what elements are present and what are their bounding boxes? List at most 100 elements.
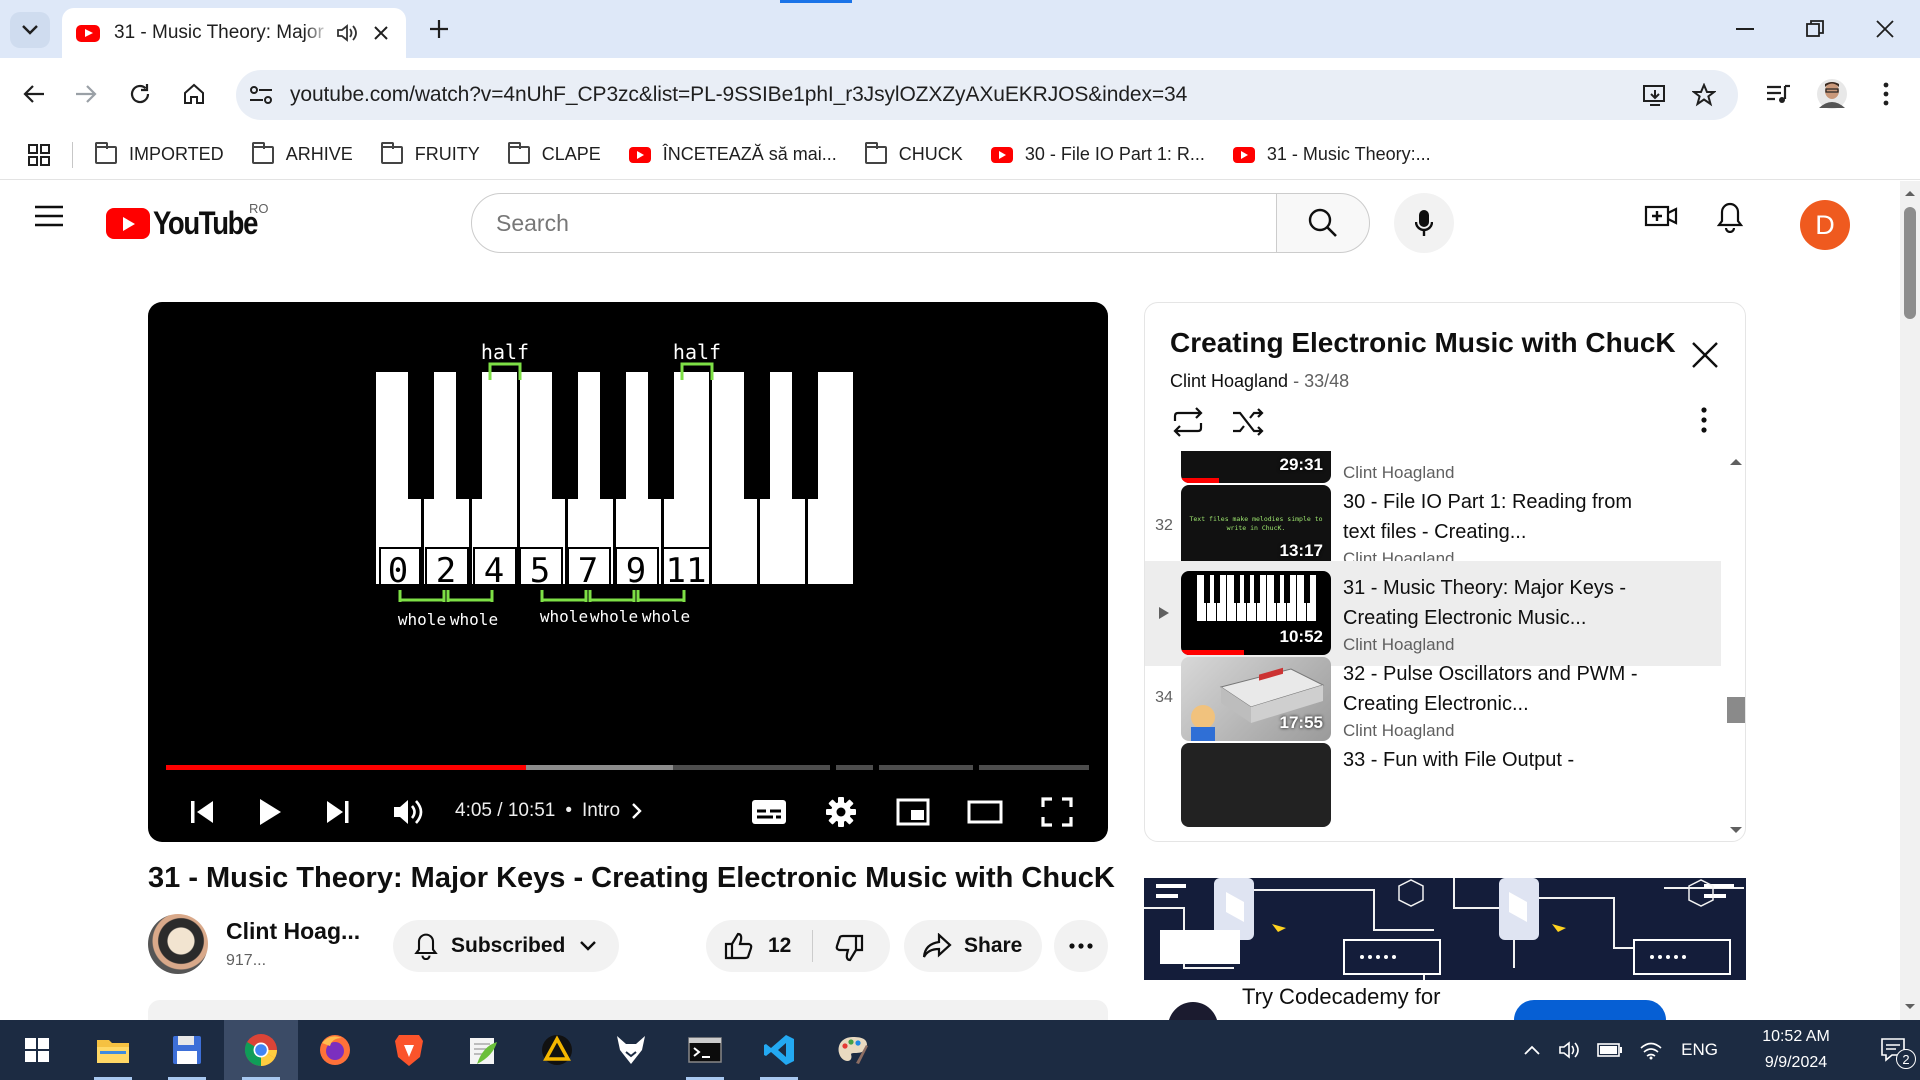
create-button[interactable]: [1644, 201, 1678, 231]
taskbar-save-app[interactable]: [150, 1020, 224, 1080]
playlist-item-thumbnail[interactable]: Text files make melodies simple to write…: [1181, 485, 1331, 569]
playlist-item-thumbnail[interactable]: 10:52: [1181, 571, 1331, 655]
page-scroll-thumb[interactable]: [1904, 207, 1916, 319]
bookmark-folder[interactable]: ARHIVE: [251, 141, 353, 165]
taskbar-terminal[interactable]: [668, 1020, 742, 1080]
subtitles-button[interactable]: [744, 790, 794, 834]
start-button[interactable]: [0, 1020, 74, 1080]
search-button[interactable]: [1276, 193, 1370, 253]
input-language[interactable]: ENG: [1681, 1040, 1718, 1060]
new-tab-button[interactable]: [424, 14, 454, 44]
progress-bar[interactable]: [166, 765, 1092, 770]
chapter-segment[interactable]: [879, 765, 973, 770]
page-scrollbar[interactable]: [1900, 181, 1920, 1020]
shuffle-playlist-button[interactable]: [1231, 407, 1265, 437]
notification-center-button[interactable]: 2: [1880, 1037, 1916, 1069]
like-button[interactable]: [724, 932, 754, 960]
bookmark-link[interactable]: 30 - File IO Part 1: R...: [990, 144, 1205, 165]
tab-close-icon[interactable]: [374, 26, 388, 40]
bookmark-star-icon[interactable]: [1692, 83, 1716, 107]
media-controls-button[interactable]: [1756, 72, 1800, 116]
channel-name[interactable]: Clint Hoag...: [226, 918, 360, 945]
playlist-item-thumbnail[interactable]: [1181, 743, 1331, 827]
taskbar-aimp[interactable]: [520, 1020, 594, 1080]
subscribed-button[interactable]: Subscribed: [393, 920, 619, 972]
minimize-button[interactable]: [1710, 0, 1780, 58]
address-bar[interactable]: youtube.com/watch?v=4nUhF_CP3zc&list=PL-…: [236, 70, 1738, 120]
youtube-masthead: YouTube RO D: [0, 181, 1900, 267]
taskbar-clock[interactable]: 10:52 AM 9/9/2024: [1736, 1024, 1856, 1076]
search-box[interactable]: [471, 193, 1277, 253]
video-player[interactable]: 0 2 4 5 7 9 11 half half 4:05 / 10:51 • Intro: [148, 302, 1108, 842]
loop-playlist-button[interactable]: [1171, 407, 1205, 437]
guide-menu-button[interactable]: [34, 205, 64, 227]
back-button[interactable]: [12, 72, 56, 116]
bookmark-folder[interactable]: CLAPE: [507, 141, 601, 165]
ad-footer[interactable]: Try Codecademy for: [1144, 980, 1746, 1052]
apps-grid-icon[interactable]: [28, 143, 50, 166]
play-button[interactable]: [248, 790, 292, 834]
bookmark-folder[interactable]: CHUCK: [864, 141, 963, 165]
taskbar-brave[interactable]: [372, 1020, 446, 1080]
notifications-button[interactable]: [1716, 201, 1744, 233]
playlist-item-thumbnail[interactable]: 17:55: [1181, 657, 1331, 741]
taskbar-firefox[interactable]: [298, 1020, 372, 1080]
taskbar-paint[interactable]: [816, 1020, 890, 1080]
miniplayer-button[interactable]: [888, 790, 938, 834]
volume-button[interactable]: [386, 790, 430, 834]
playlist-item[interactable]: 33 - Fun with File Output -: [1145, 733, 1721, 838]
restore-button[interactable]: [1780, 0, 1850, 58]
previous-button[interactable]: [182, 790, 222, 834]
bookmark-folder[interactable]: IMPORTED: [95, 141, 224, 165]
bookmark-link[interactable]: 31 - Music Theory:...: [1232, 144, 1431, 165]
bookmark-link[interactable]: ÎNCETEAZĂ să mai...: [628, 144, 837, 165]
playlist-scrollbar[interactable]: [1723, 451, 1745, 841]
chapter-button[interactable]: Intro: [582, 800, 644, 822]
home-button[interactable]: [172, 72, 216, 116]
profile-button[interactable]: [1810, 72, 1854, 116]
taskbar-chrome[interactable]: [224, 1020, 298, 1080]
bookmark-label: ÎNCETEAZĂ să mai...: [662, 144, 837, 164]
share-button[interactable]: Share: [904, 920, 1042, 972]
account-avatar[interactable]: D: [1800, 200, 1850, 250]
tab-search-button[interactable]: [10, 12, 50, 48]
install-app-icon[interactable]: [1642, 83, 1668, 107]
site-settings-icon[interactable]: [248, 83, 274, 107]
taskbar-fl-studio[interactable]: [594, 1020, 668, 1080]
theater-mode-button[interactable]: [960, 790, 1010, 834]
tray-volume-icon[interactable]: [1559, 1040, 1581, 1060]
bookmark-folder[interactable]: FRUITY: [380, 141, 480, 165]
chapter-segment[interactable]: [836, 765, 873, 770]
playlist-scroll-thumb[interactable]: [1727, 697, 1745, 723]
settings-button[interactable]: [816, 790, 866, 834]
tray-wifi-icon[interactable]: [1639, 1040, 1663, 1060]
channel-avatar[interactable]: [148, 914, 208, 974]
fullscreen-icon: [1041, 797, 1073, 827]
search-input[interactable]: [496, 209, 1196, 237]
forward-button[interactable]: [64, 72, 108, 116]
more-actions-button[interactable]: [1054, 920, 1108, 972]
taskbar-file-explorer[interactable]: [76, 1020, 150, 1080]
playlist-owner[interactable]: Clint Hoagland: [1170, 371, 1288, 391]
description-box[interactable]: [148, 1000, 1108, 1020]
tray-overflow-icon[interactable]: [1523, 1045, 1541, 1055]
playlist-title[interactable]: Creating Electronic Music with ChucK: [1170, 327, 1676, 359]
url-text: youtube.com/watch?v=4nUhF_CP3zc&list=PL-…: [290, 83, 1188, 106]
chapter-segment[interactable]: [673, 765, 830, 770]
reload-button[interactable]: [118, 72, 162, 116]
playlist-close-button[interactable]: [1691, 341, 1719, 369]
browser-tab-active[interactable]: 31 - Music Theory: Major Keys - Creating…: [62, 8, 406, 58]
next-button[interactable]: [318, 790, 358, 834]
taskbar-notepad-plus[interactable]: [446, 1020, 520, 1080]
close-window-button[interactable]: [1850, 0, 1920, 58]
playlist-menu-button[interactable]: [1701, 407, 1707, 433]
dislike-button[interactable]: [834, 934, 864, 962]
ad-banner[interactable]: [1144, 878, 1746, 980]
speaker-icon[interactable]: [336, 23, 358, 43]
chapter-segment[interactable]: [979, 765, 1090, 770]
tray-battery-icon[interactable]: [1597, 1043, 1623, 1057]
voice-search-button[interactable]: [1394, 193, 1454, 253]
fullscreen-button[interactable]: [1032, 790, 1082, 834]
taskbar-vscode[interactable]: [742, 1020, 816, 1080]
chrome-menu-button[interactable]: [1864, 72, 1908, 116]
